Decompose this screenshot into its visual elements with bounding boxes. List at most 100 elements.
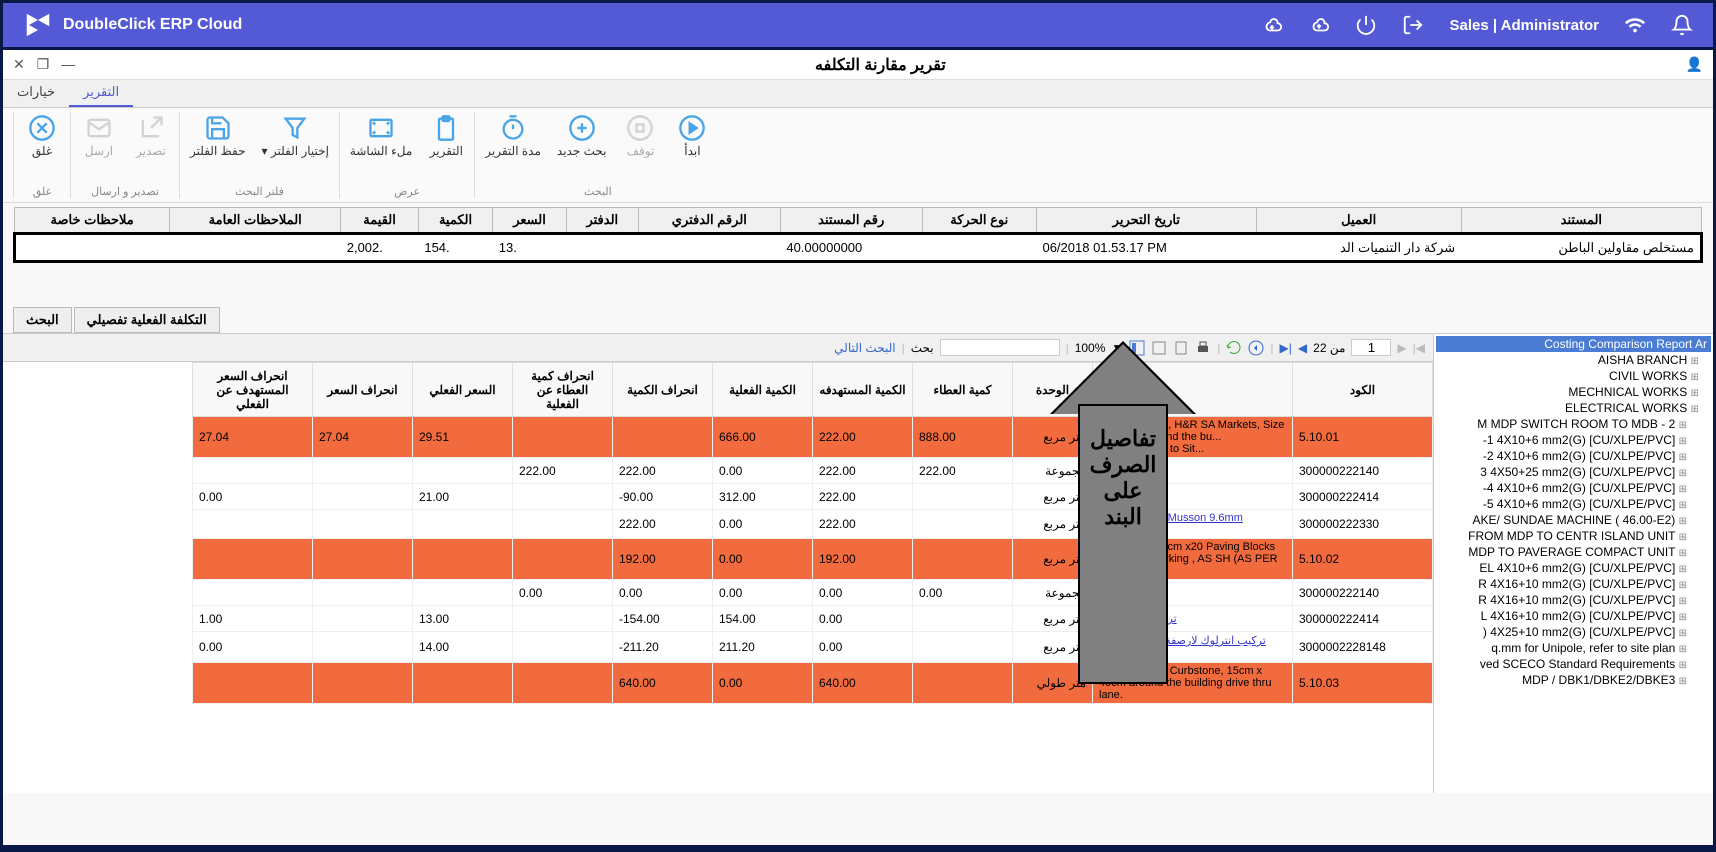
upper-grid: المستند العميل تاريخ التحرير نوع الحركة … xyxy=(3,203,1713,267)
export-icon xyxy=(137,114,165,142)
col-quantity[interactable]: الكمية xyxy=(418,208,492,234)
col-book-no[interactable]: الرقم الدفتري xyxy=(638,208,780,234)
layout-icon[interactable] xyxy=(1129,340,1145,356)
last-page-icon[interactable]: ▶| xyxy=(1280,341,1292,355)
report-row[interactable]: 3000002228148تركيب انترلوك لارصفة الموقع… xyxy=(193,632,1433,663)
tree-item[interactable]: AISHA BRANCH ⊞ xyxy=(1436,352,1711,368)
mid-tab-detail[interactable]: التكلفة الفعلية تفصيلي xyxy=(74,307,220,333)
col-special-notes[interactable]: ملاحظات خاصة xyxy=(15,208,170,234)
power-icon[interactable] xyxy=(1355,14,1377,36)
report-row[interactable]: 300000222140Executing theمجموعة0.000.000… xyxy=(193,580,1433,606)
bell-icon[interactable] xyxy=(1671,14,1693,36)
ribbon-new-search-button[interactable]: بحث جديد xyxy=(551,112,613,160)
report-row[interactable]: 5.10.01Walkway Tiles, H&R SA Markets, Si… xyxy=(193,417,1433,458)
wifi-icon xyxy=(1624,14,1646,36)
prev-page-icon[interactable]: ▶ xyxy=(1397,341,1406,355)
find-input[interactable] xyxy=(940,339,1060,356)
fullscreen-icon xyxy=(367,114,395,142)
tree-item[interactable]: R 4X16+10 mm2(G) [CU/XLPE/PVC] ⊞ xyxy=(1436,576,1711,592)
tree-item[interactable]: 3 4X50+25 mm2(G) [CU/XLPE/PVC] ⊞ xyxy=(1436,464,1711,480)
tree-item[interactable]: FROM MDP TO CENTR ISLAND UNIT ⊞ xyxy=(1436,528,1711,544)
back-icon[interactable] xyxy=(1248,340,1264,356)
zoom-label[interactable]: 100% xyxy=(1075,341,1106,355)
ribbon-filter-select-button[interactable]: إختيار الفلتر ▾ xyxy=(256,112,335,160)
rcol-actual-qty: الكمية الفعلية xyxy=(713,363,813,417)
report-row[interactable]: 300000222140Executing theمجموعة222.00222… xyxy=(193,458,1433,484)
tree-item[interactable]: MDP / DBK1/DBKE2/DBKE3 ⊞ xyxy=(1436,672,1711,688)
tree-root[interactable]: Costing Comparison Report Ar xyxy=(1436,336,1711,352)
tree-item[interactable]: CIVIL WORKS ⊞ xyxy=(1436,368,1711,384)
book-icon[interactable] xyxy=(1151,340,1167,356)
report-grid[interactable]: الكود الوحدة كمية العطاء الكمية المستهدف… xyxy=(3,362,1433,793)
tree-panel[interactable]: Costing Comparison Report Ar AISHA BRANC… xyxy=(1433,334,1713,793)
ribbon-group-view-label: عرض xyxy=(394,185,420,198)
tree-item[interactable]: L 4X16+10 mm2(G) [CU/XLPE/PVC] ⊞ xyxy=(1436,608,1711,624)
page-input[interactable] xyxy=(1351,339,1391,356)
col-edit-date[interactable]: تاريخ التحرير xyxy=(1036,208,1256,234)
col-general-notes[interactable]: الملاحظات العامة xyxy=(170,208,341,234)
tree-item[interactable]: ) 4X25+10 mm2(G) [CU/XLPE/PVC] ⊞ xyxy=(1436,624,1711,640)
ribbon-group-filter-label: فلتر البحث xyxy=(235,185,284,198)
tree-item[interactable]: M MDP SWITCH ROOM TO MDB - 2 ⊞ xyxy=(1436,416,1711,432)
col-book[interactable]: الدفتر xyxy=(566,208,638,234)
mid-tab-search[interactable]: البحث xyxy=(13,307,72,333)
report-row[interactable]: 5.10.02Grey Color 10cm x20 Paving Blocks… xyxy=(193,539,1433,580)
tree-item[interactable]: R 4X16+10 mm2(G) [CU/XLPE/PVC] ⊞ xyxy=(1436,592,1711,608)
ribbon-export-button[interactable]: تصدير xyxy=(127,112,175,160)
upper-grid-row[interactable]: مستخلص مقاولين الباطن شركة دار التنميات … xyxy=(15,234,1702,262)
refresh-icon[interactable] xyxy=(1226,340,1242,356)
ribbon-save-filter-button[interactable]: حفظ الفلتر xyxy=(184,112,252,160)
col-transaction-type[interactable]: نوع الحركة xyxy=(922,208,1036,234)
tree-item[interactable]: MDP TO PAVERAGE COMPACT UNIT ⊞ xyxy=(1436,544,1711,560)
tree-item[interactable]: -4 4X10+6 mm2(G) [CU/XLPE/PVC] ⊞ xyxy=(1436,480,1711,496)
tree-item[interactable]: ved SCECO Standard Requirements ⊞ xyxy=(1436,656,1711,672)
tree-item[interactable]: AKE/ SUNDAE MACHINE ( 46.00-E2) ⊞ xyxy=(1436,512,1711,528)
rcol-unit: الوحدة xyxy=(1013,363,1093,417)
user-label[interactable]: Sales | Administrator xyxy=(1449,17,1599,34)
cloud-download-icon[interactable] xyxy=(1261,14,1283,36)
ribbon-stop-button[interactable]: توقف xyxy=(616,112,664,160)
find-label: بحث xyxy=(911,341,934,355)
find-next-link[interactable]: البحث التالي xyxy=(834,341,895,355)
app-title: DoubleClick ERP Cloud xyxy=(63,16,242,34)
tab-report[interactable]: التقرير xyxy=(69,80,133,107)
tree-item[interactable]: -5 4X10+6 mm2(G) [CU/XLPE/PVC] ⊞ xyxy=(1436,496,1711,512)
window-restore-icon[interactable]: ❐ xyxy=(37,56,50,73)
cloud-upload-icon[interactable] xyxy=(1308,14,1330,36)
ribbon-fullscreen-button[interactable]: ملء الشاشة xyxy=(344,112,418,160)
col-document[interactable]: المستند xyxy=(1461,208,1701,234)
report-row[interactable]: 300000222414متر مربع222.00312.00-90.0021… xyxy=(193,484,1433,510)
rcol-price-dev: انحراف السعر xyxy=(313,363,413,417)
print-icon[interactable] xyxy=(1195,340,1211,356)
window-minimize-icon[interactable]: — xyxy=(61,56,75,73)
window-user-icon[interactable]: 👤 xyxy=(1686,56,1703,73)
window-close-icon[interactable]: ✕ xyxy=(13,56,25,73)
ribbon-close-button[interactable]: غلق xyxy=(18,112,66,160)
col-client[interactable]: العميل xyxy=(1256,208,1461,234)
logout-icon[interactable] xyxy=(1402,14,1424,36)
report-row[interactable]: 300000222330Tiles Anti Slip Musson 9.6mm… xyxy=(193,510,1433,539)
ribbon-start-button[interactable]: ابدأ xyxy=(668,112,716,160)
tree-item[interactable]: -2 4X10+6 mm2(G) [CU/XLPE/PVC] ⊞ xyxy=(1436,448,1711,464)
col-price[interactable]: السعر xyxy=(493,208,567,234)
report-row[interactable]: 5.10.03P.C. Concrete Curbstone, 15cm x 4… xyxy=(193,663,1433,704)
tree-item[interactable]: MECHNICAL WORKS ⊞ xyxy=(1436,384,1711,400)
tree-item[interactable]: EL 4X10+6 mm2(G) [CU/XLPE/PVC] ⊞ xyxy=(1436,560,1711,576)
stop-icon xyxy=(626,114,654,142)
report-row[interactable]: 300000222414TILE تركيب بلاطمتر مربع0.001… xyxy=(193,606,1433,632)
tree-item[interactable]: ELECTRICAL WORKS ⊞ xyxy=(1436,400,1711,416)
mail-icon xyxy=(85,114,113,142)
rcol-qty-dev: انحراف الكمية xyxy=(613,363,713,417)
next-page-icon[interactable]: ◀ xyxy=(1298,341,1307,355)
tab-options[interactable]: خيارات xyxy=(3,80,69,107)
ribbon-send-button[interactable]: ارسل xyxy=(75,112,123,160)
save-icon xyxy=(204,114,232,142)
col-value[interactable]: القيمة xyxy=(341,208,419,234)
col-document-no[interactable]: رقم المستند xyxy=(780,208,922,234)
ribbon-duration-button[interactable]: مدة التقرير xyxy=(479,112,547,160)
tree-item[interactable]: q.mm for Unipole, refer to site plan ⊞ xyxy=(1436,640,1711,656)
page-setup-icon[interactable] xyxy=(1173,340,1189,356)
ribbon-report-button[interactable]: التقرير xyxy=(422,112,470,160)
first-page-icon[interactable]: |◀ xyxy=(1413,341,1425,355)
tree-item[interactable]: -1 4X10+6 mm2(G) [CU/XLPE/PVC] ⊞ xyxy=(1436,432,1711,448)
